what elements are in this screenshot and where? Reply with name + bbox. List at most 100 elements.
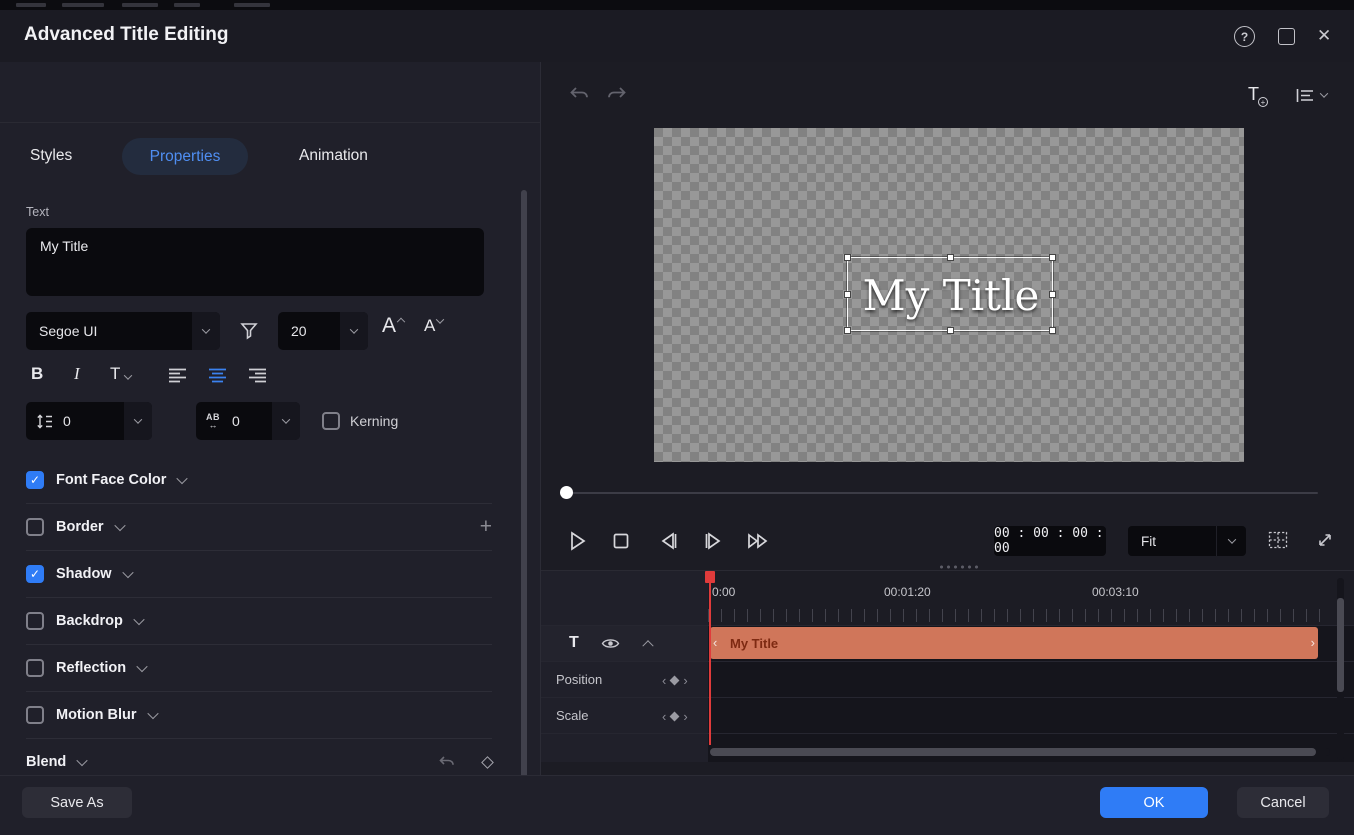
chevron-down-icon[interactable] bbox=[136, 661, 147, 672]
resize-handle[interactable] bbox=[947, 327, 954, 334]
text-align-dropdown[interactable] bbox=[1296, 88, 1327, 103]
zoom-fit-select[interactable]: Fit bbox=[1128, 526, 1246, 556]
keyframe-diamond-icon[interactable] bbox=[481, 756, 494, 769]
timeline-horizontal-scrollbar[interactable] bbox=[710, 748, 1330, 756]
add-keyframe-icon[interactable] bbox=[670, 676, 680, 686]
chevron-down-icon[interactable] bbox=[177, 473, 188, 484]
tab-styles[interactable]: Styles bbox=[30, 147, 72, 165]
font-family-caret[interactable] bbox=[192, 312, 220, 350]
chevron-down-icon[interactable] bbox=[77, 755, 88, 766]
kerning-checkbox[interactable] bbox=[322, 412, 340, 430]
add-border-icon[interactable]: + bbox=[480, 515, 492, 539]
shadow-checkbox[interactable] bbox=[26, 565, 44, 583]
stop-button[interactable] bbox=[612, 532, 630, 550]
position-keyframe-control[interactable]: ‹ › bbox=[662, 673, 688, 688]
motion-blur-checkbox[interactable] bbox=[26, 706, 44, 724]
resize-handle[interactable] bbox=[1049, 254, 1056, 261]
letter-spacing-select[interactable]: AB↔ 0 bbox=[196, 402, 300, 440]
resize-handle[interactable] bbox=[1049, 327, 1056, 334]
track-visibility-icon[interactable] bbox=[601, 637, 620, 650]
ok-button[interactable]: OK bbox=[1100, 787, 1208, 818]
timeline-playhead[interactable] bbox=[709, 571, 711, 745]
section-backdrop[interactable]: Backdrop bbox=[26, 598, 492, 645]
line-spacing-caret[interactable] bbox=[124, 402, 152, 440]
line-spacing-select[interactable]: 0 bbox=[26, 402, 152, 440]
backdrop-checkbox[interactable] bbox=[26, 612, 44, 630]
section-shadow[interactable]: Shadow bbox=[26, 551, 492, 598]
bold-button[interactable]: B bbox=[31, 364, 43, 384]
preview-title-text[interactable]: My Title bbox=[848, 258, 1054, 332]
reset-icon[interactable] bbox=[438, 755, 455, 770]
resize-handle[interactable] bbox=[844, 291, 851, 298]
zoom-fit-caret[interactable] bbox=[1216, 526, 1246, 556]
tab-animation[interactable]: Animation bbox=[299, 147, 368, 165]
italic-button[interactable]: I bbox=[74, 364, 80, 384]
font-filter-icon[interactable] bbox=[238, 320, 260, 342]
text-selection-box[interactable]: My Title bbox=[847, 257, 1053, 331]
add-keyframe-icon[interactable] bbox=[670, 712, 680, 722]
chevron-down-icon[interactable] bbox=[147, 708, 158, 719]
title-text-input[interactable]: My Title bbox=[26, 228, 484, 296]
font-face-color-checkbox[interactable] bbox=[26, 471, 44, 489]
seekbar-knob[interactable] bbox=[560, 486, 573, 499]
left-panel-scrollbar[interactable] bbox=[521, 190, 527, 820]
clip-left-trim-handle[interactable]: ‹ bbox=[713, 635, 717, 650]
clip-right-trim-handle[interactable]: › bbox=[1311, 635, 1315, 650]
section-border[interactable]: Border + bbox=[26, 504, 492, 551]
scrollbar-thumb[interactable] bbox=[521, 190, 527, 816]
align-left-button[interactable] bbox=[168, 368, 188, 384]
font-size-caret[interactable] bbox=[340, 312, 368, 350]
splitter-grip[interactable] bbox=[938, 565, 980, 569]
scrollbar-thumb[interactable] bbox=[1337, 598, 1344, 692]
previous-frame-button[interactable] bbox=[656, 530, 680, 552]
font-family-select[interactable]: Segoe UI bbox=[26, 312, 220, 350]
cancel-button[interactable]: Cancel bbox=[1237, 787, 1329, 818]
undo-icon[interactable] bbox=[568, 85, 590, 103]
safe-zones-grid-icon[interactable] bbox=[1268, 531, 1288, 549]
close-icon[interactable]: ✕ bbox=[1317, 26, 1331, 46]
preview-seekbar[interactable] bbox=[566, 492, 1318, 494]
resize-handle[interactable] bbox=[947, 254, 954, 261]
next-frame-button[interactable] bbox=[702, 530, 726, 552]
prev-keyframe-icon[interactable]: ‹ bbox=[662, 673, 666, 688]
play-button[interactable] bbox=[566, 529, 588, 553]
border-checkbox[interactable] bbox=[26, 518, 44, 536]
resize-handle[interactable] bbox=[844, 327, 851, 334]
ruler-ticks bbox=[708, 609, 1332, 622]
section-font-face-color[interactable]: Font Face Color bbox=[26, 457, 492, 504]
reflection-checkbox[interactable] bbox=[26, 659, 44, 677]
letter-spacing-caret[interactable] bbox=[272, 402, 300, 440]
text-style-dropdown[interactable]: T bbox=[110, 364, 131, 384]
scale-keyframe-control[interactable]: ‹ › bbox=[662, 709, 688, 724]
save-as-button[interactable]: Save As bbox=[22, 787, 132, 818]
font-size-select[interactable]: 20 bbox=[278, 312, 368, 350]
prev-keyframe-icon[interactable]: ‹ bbox=[662, 709, 666, 724]
maximize-icon[interactable] bbox=[1278, 28, 1295, 45]
add-text-icon[interactable]: T + bbox=[1248, 84, 1259, 105]
title-clip[interactable]: ‹ My Title › bbox=[710, 627, 1318, 659]
fullscreen-icon[interactable] bbox=[1316, 531, 1334, 549]
chevron-down-icon[interactable] bbox=[122, 567, 133, 578]
align-center-button[interactable] bbox=[208, 368, 228, 384]
zoom-fit-value: Fit bbox=[1128, 534, 1156, 549]
collapse-track-icon[interactable] bbox=[642, 640, 653, 651]
help-icon[interactable]: ? bbox=[1234, 26, 1255, 47]
fast-forward-button[interactable] bbox=[746, 530, 772, 552]
increase-font-size-button[interactable]: A bbox=[382, 314, 404, 338]
chevron-down-icon[interactable] bbox=[114, 520, 125, 531]
resize-handle[interactable] bbox=[1049, 291, 1056, 298]
decrease-font-size-button[interactable]: A bbox=[424, 316, 443, 336]
next-keyframe-icon[interactable]: › bbox=[683, 673, 687, 688]
chevron-down-icon[interactable] bbox=[133, 614, 144, 625]
next-keyframe-icon[interactable]: › bbox=[683, 709, 687, 724]
scrollbar-thumb[interactable] bbox=[710, 748, 1316, 756]
timeline-vertical-scrollbar[interactable] bbox=[1337, 578, 1344, 760]
section-motion-blur[interactable]: Motion Blur bbox=[26, 692, 492, 739]
redo-icon[interactable] bbox=[606, 85, 628, 103]
playhead-flag[interactable] bbox=[705, 571, 715, 583]
align-justify-button[interactable] bbox=[248, 368, 268, 384]
resize-handle[interactable] bbox=[844, 254, 851, 261]
preview-canvas[interactable]: My Title bbox=[654, 128, 1244, 462]
tab-properties[interactable]: Properties bbox=[122, 138, 248, 175]
section-reflection[interactable]: Reflection bbox=[26, 645, 492, 692]
